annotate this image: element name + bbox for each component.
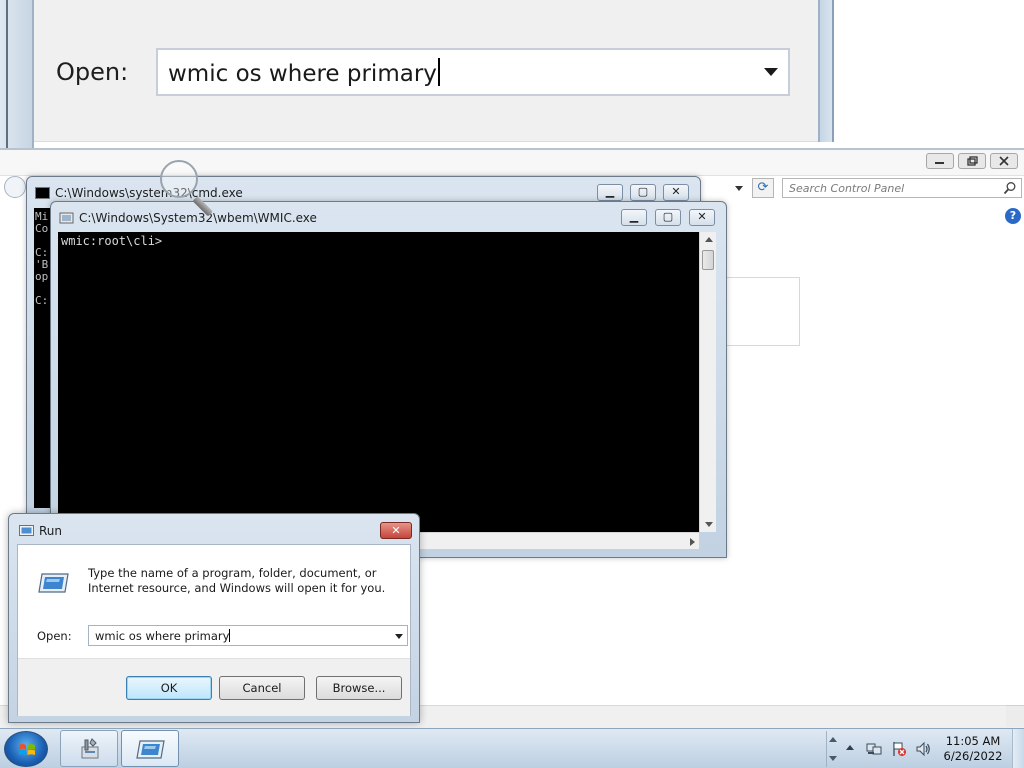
- text-caret: [229, 629, 231, 642]
- control-panel-toolbar: ⟳ Search Control Panel: [700, 178, 1024, 200]
- control-panel-titlebar: [0, 150, 1024, 176]
- clock-date: 6/26/2022: [943, 749, 1003, 763]
- refresh-button[interactable]: ⟳: [752, 178, 774, 198]
- run-open-label: Open:: [37, 629, 72, 643]
- taskbar-scroll-up-icon[interactable]: [829, 737, 837, 742]
- wmic-console-output[interactable]: wmic:root\cli>: [58, 232, 699, 532]
- run-open-combo-value-wrap: wmic os where primary: [95, 629, 231, 643]
- wmic-minimize-button[interactable]: ▁: [621, 209, 647, 226]
- magnified-run-dialog: Open: wmic os where primary: [34, 0, 818, 142]
- scroll-thumb[interactable]: [702, 250, 714, 270]
- cmd-window-title: C:\Windows\system32\cmd.exe: [55, 186, 243, 200]
- magnified-dropdown-arrow-icon[interactable]: [764, 68, 778, 76]
- clock-time: 11:05 AM: [945, 734, 1001, 748]
- run-dialog[interactable]: Run ✕ Type the name of a program, folder…: [8, 513, 420, 723]
- taskbar-item-control-panel[interactable]: [60, 730, 118, 767]
- taskbar-item-run[interactable]: [121, 730, 179, 767]
- search-placeholder: Search Control Panel: [789, 182, 905, 195]
- windows-logo-icon: [19, 744, 35, 755]
- magnifier-lens-icon[interactable]: [160, 160, 198, 198]
- magnifier-view: Open: wmic os where primary: [0, 0, 1024, 150]
- magnified-window-frame-right: [818, 0, 834, 142]
- cancel-button[interactable]: Cancel: [219, 676, 305, 700]
- dropdown-arrow-icon[interactable]: [395, 634, 403, 639]
- magnified-open-combo[interactable]: wmic os where primary: [156, 48, 790, 96]
- taskbar: 11:05 AM 6/26/2022: [0, 728, 1024, 768]
- scroll-right-icon[interactable]: [690, 538, 695, 546]
- start-button[interactable]: [4, 731, 48, 767]
- cmd-close-button[interactable]: ✕: [663, 184, 689, 201]
- network-icon[interactable]: [866, 741, 882, 757]
- back-button[interactable]: [4, 176, 26, 198]
- control-panel-tools-icon: [81, 738, 99, 759]
- wmic-app-icon: [59, 212, 74, 224]
- magnified-open-combo-value: wmic os where primary: [168, 61, 437, 87]
- taskbar-scroll-down-icon[interactable]: [829, 756, 837, 761]
- wmic-vertical-scrollbar[interactable]: [699, 232, 716, 532]
- run-open-combo[interactable]: wmic os where primary: [88, 625, 408, 646]
- run-description: Type the name of a program, folder, docu…: [88, 566, 386, 595]
- browse-button[interactable]: Browse...: [316, 676, 402, 700]
- scroll-up-icon[interactable]: [705, 237, 713, 242]
- cmd-maximize-button[interactable]: ▢: [630, 184, 656, 201]
- run-title-icon: [19, 525, 34, 536]
- control-panel-close-button[interactable]: [990, 153, 1018, 169]
- wmic-prompt: wmic:root\cli>: [61, 234, 163, 248]
- text-caret: [437, 58, 440, 86]
- run-button-bar: OK Cancel Browse...: [18, 658, 410, 716]
- action-center-flag-icon[interactable]: [891, 741, 907, 757]
- minimize-icon: [935, 162, 944, 164]
- run-dialog-title: Run: [39, 524, 63, 538]
- run-dialog-icon: [136, 740, 165, 759]
- control-panel-content-box: [720, 277, 800, 346]
- search-input[interactable]: Search Control Panel: [782, 178, 1022, 198]
- address-history-dropdown-button[interactable]: [730, 178, 750, 198]
- control-panel-scrollbar[interactable]: [1006, 705, 1024, 727]
- run-dialog-content: Type the name of a program, folder, docu…: [17, 544, 411, 716]
- show-hidden-icons-icon[interactable]: [846, 745, 854, 750]
- show-desktop-button[interactable]: [1012, 729, 1024, 768]
- control-panel-minimize-button[interactable]: [926, 153, 954, 169]
- cmd-app-icon: [35, 187, 50, 199]
- taskbar-scroll-control[interactable]: [826, 731, 838, 767]
- run-program-icon: [38, 573, 69, 593]
- restore-icon: [967, 156, 978, 166]
- search-icon[interactable]: [1003, 181, 1017, 195]
- cmd-minimize-button[interactable]: ▁: [597, 184, 623, 201]
- clock[interactable]: 11:05 AM 6/26/2022: [940, 734, 1006, 764]
- magnified-window-frame-left: [0, 0, 34, 148]
- ok-button[interactable]: OK: [126, 676, 212, 700]
- run-close-button[interactable]: ✕: [380, 522, 412, 539]
- help-icon[interactable]: ?: [1005, 208, 1021, 224]
- wmic-window-title: C:\Windows\System32\wbem\WMIC.exe: [79, 211, 317, 225]
- control-panel-restore-button[interactable]: [958, 153, 986, 169]
- run-open-combo-value: wmic os where primary: [95, 629, 230, 643]
- magnified-open-combo-value-wrap: wmic os where primary: [168, 58, 440, 87]
- close-icon: [999, 156, 1009, 166]
- scroll-down-icon[interactable]: [705, 522, 713, 527]
- magnified-open-label: Open:: [56, 58, 129, 86]
- wmic-close-button[interactable]: ✕: [689, 209, 715, 226]
- wmic-window[interactable]: C:\Windows\System32\wbem\WMIC.exe ▁ ▢ ✕ …: [50, 201, 727, 558]
- volume-icon[interactable]: [915, 741, 931, 757]
- wmic-maximize-button[interactable]: ▢: [655, 209, 681, 226]
